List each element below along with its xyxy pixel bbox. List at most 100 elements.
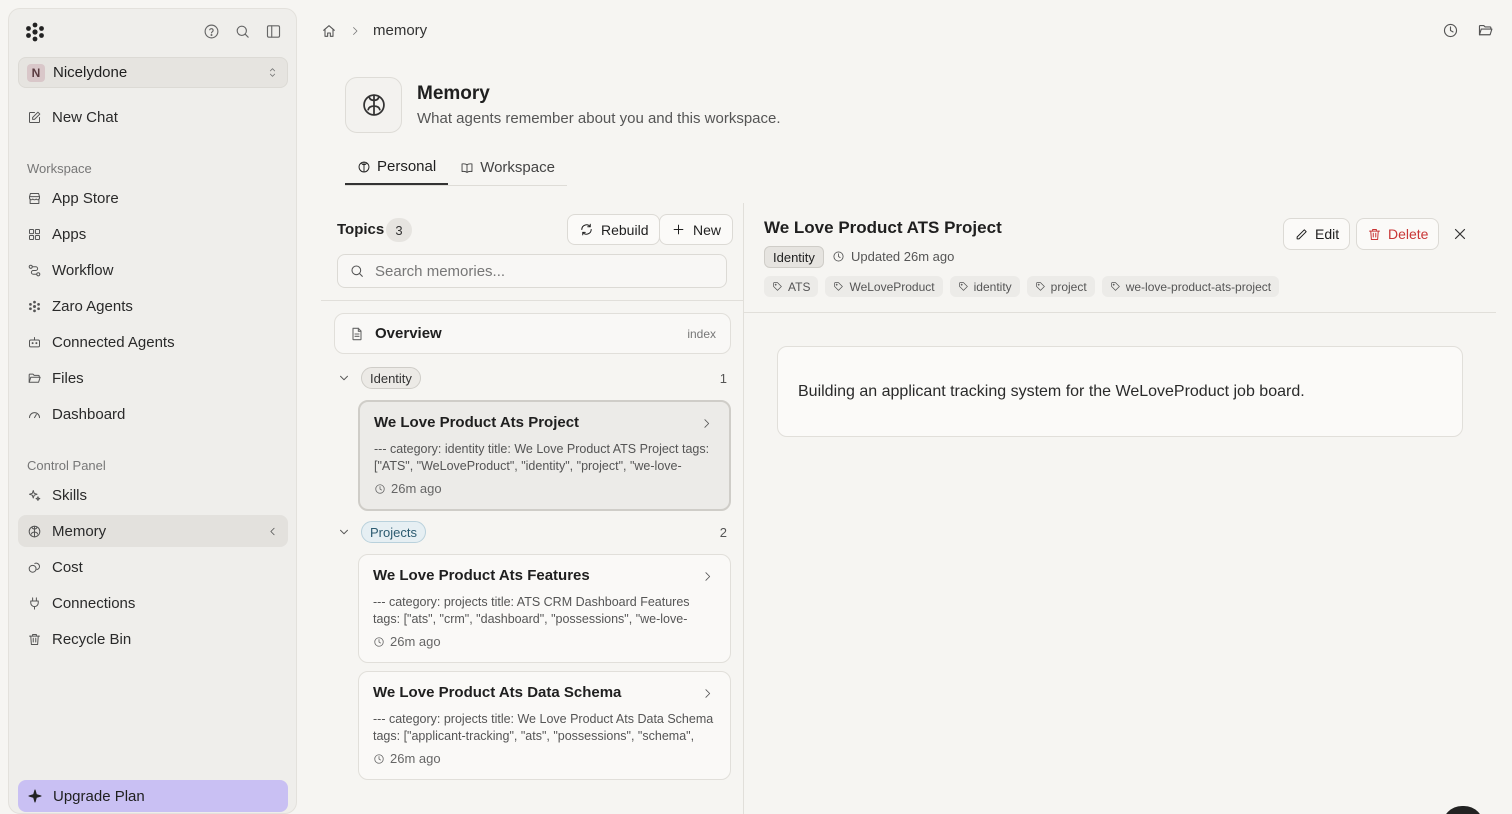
detail-title: We Love Product ATS Project	[764, 218, 1002, 237]
tag-label: project	[1050, 279, 1087, 294]
tag-label: we-love-product-ats-project	[1125, 279, 1272, 294]
brain-icon	[357, 160, 371, 174]
sidebar-item-dashboard[interactable]: Dashboard	[18, 398, 288, 430]
upgrade-plan-button[interactable]: Upgrade Plan	[18, 780, 288, 812]
sidebar-item-label: Recycle Bin	[52, 630, 132, 648]
group-projects[interactable]: Projects 2	[337, 520, 727, 544]
sparkles-icon	[27, 488, 52, 503]
floating-chat-button[interactable]	[1442, 806, 1484, 814]
overview-label: Overview	[375, 325, 442, 342]
book-open-icon	[460, 161, 474, 175]
sidebar: N Nicelydone New Chat Workspace App Stor…	[8, 8, 297, 814]
workspace-section-label: Workspace	[27, 161, 92, 176]
time-label: 26m ago	[390, 634, 441, 649]
memory-card-preview: --- category: identity title: We Love Pr…	[374, 442, 710, 473]
time-label: 26m ago	[391, 481, 442, 496]
tab-label: Workspace	[480, 159, 555, 176]
search-input[interactable]	[375, 262, 705, 280]
memory-card-time: 26m ago	[374, 481, 715, 496]
folder-icon[interactable]	[1477, 22, 1494, 39]
control-panel-section-label: Control Panel	[27, 458, 106, 473]
memory-card[interactable]: We Love Product Ats Features --- categor…	[358, 554, 731, 663]
sidebar-item-app-store[interactable]: App Store	[18, 182, 288, 214]
sidebar-item-files[interactable]: Files	[18, 362, 288, 394]
sidebar-item-connected-agents[interactable]: Connected Agents	[18, 326, 288, 358]
overview-item[interactable]: Overview index	[334, 313, 731, 354]
tag[interactable]: identity	[949, 276, 1020, 297]
new-label: New	[693, 221, 722, 238]
overview-meta: index	[687, 326, 716, 341]
sidebar-item-label: Cost	[52, 558, 83, 576]
help-icon[interactable]	[203, 23, 220, 40]
detail-tags: ATS WeLoveProduct identity project we-lo…	[764, 276, 1280, 297]
home-icon[interactable]	[321, 23, 337, 39]
sparkle-icon	[27, 788, 53, 804]
history-icon[interactable]	[1442, 22, 1459, 39]
sidebar-item-cost[interactable]: Cost	[18, 551, 288, 583]
tag[interactable]: project	[1026, 276, 1095, 297]
chevron-down-icon	[337, 525, 361, 539]
delete-label: Delete	[1388, 226, 1429, 242]
tag[interactable]: we-love-product-ats-project	[1101, 276, 1280, 297]
memory-card[interactable]: We Love Product Ats Data Schema --- cate…	[358, 671, 731, 780]
group-count: 1	[719, 370, 727, 386]
tag[interactable]: WeLoveProduct	[825, 276, 943, 297]
search-icon	[349, 263, 375, 279]
tag-icon	[1035, 281, 1046, 292]
sidebar-item-label: Skills	[52, 486, 88, 504]
store-icon	[27, 191, 52, 206]
workspace-avatar: N	[27, 63, 45, 82]
new-chat-button[interactable]: New Chat	[18, 101, 288, 133]
tag-icon	[833, 281, 844, 292]
tag-icon	[1110, 281, 1121, 292]
tab-personal[interactable]: Personal	[345, 150, 449, 185]
sidebar-item-skills[interactable]: Skills	[18, 479, 288, 511]
group-identity[interactable]: Identity 1	[337, 366, 727, 390]
edit-button[interactable]: Edit	[1283, 218, 1351, 250]
close-icon[interactable]	[1451, 225, 1469, 243]
tab-workspace[interactable]: Workspace	[448, 150, 567, 185]
collapse-chevron-icon[interactable]	[266, 525, 279, 538]
rebuild-label: Rebuild	[601, 221, 649, 238]
chevron-right-icon	[349, 25, 361, 37]
edit-square-icon	[27, 110, 52, 125]
sidebar-item-connections[interactable]: Connections	[18, 587, 288, 619]
top-right-actions	[1442, 22, 1494, 39]
tag[interactable]: ATS	[764, 276, 819, 297]
tag-icon	[958, 281, 969, 292]
sidebar-item-memory[interactable]: Memory	[18, 515, 288, 547]
delete-button[interactable]: Delete	[1356, 218, 1440, 250]
memory-card-title: We Love Product Ats Data Schema	[373, 684, 622, 701]
page-title: Memory	[417, 83, 490, 104]
topics-count-badge: 3	[386, 218, 412, 242]
new-memory-button[interactable]: New	[659, 214, 734, 245]
rebuild-button[interactable]: Rebuild	[567, 214, 661, 245]
memory-card-title: We Love Product Ats Features	[373, 567, 590, 584]
sidebar-item-apps[interactable]: Apps	[18, 218, 288, 250]
memory-card-preview: --- category: projects title: We Love Pr…	[373, 712, 714, 743]
breadcrumb-current: memory	[373, 22, 428, 39]
sidebar-item-recycle-bin[interactable]: Recycle Bin	[18, 623, 288, 655]
gauge-icon	[27, 407, 52, 422]
app-logo-icon[interactable]	[24, 21, 46, 43]
memory-card-selected[interactable]: We Love Product Ats Project --- category…	[358, 400, 731, 511]
clock-icon	[373, 636, 385, 648]
workspace-switcher[interactable]: N Nicelydone	[18, 57, 288, 88]
pencil-icon	[1294, 227, 1309, 242]
zaro-logo-icon	[27, 299, 52, 314]
sidebar-top-icons	[203, 23, 282, 40]
memory-search[interactable]	[337, 254, 727, 288]
sidebar-toggle-icon[interactable]	[265, 23, 282, 40]
memory-card-time: 26m ago	[373, 634, 716, 649]
workflow-icon	[27, 263, 52, 278]
sidebar-item-workflow[interactable]: Workflow	[18, 254, 288, 286]
workspace-name: Nicelydone	[53, 64, 128, 81]
sidebar-item-label: Files	[52, 369, 84, 387]
search-icon[interactable]	[234, 23, 251, 40]
upgrade-plan-label: Upgrade Plan	[53, 787, 145, 805]
brain-icon	[27, 524, 52, 539]
edit-label: Edit	[1315, 226, 1340, 242]
sidebar-item-zaro-agents[interactable]: Zaro Agents	[18, 290, 288, 322]
sidebar-item-label: Connected Agents	[52, 333, 175, 351]
breadcrumb: memory	[321, 22, 427, 39]
